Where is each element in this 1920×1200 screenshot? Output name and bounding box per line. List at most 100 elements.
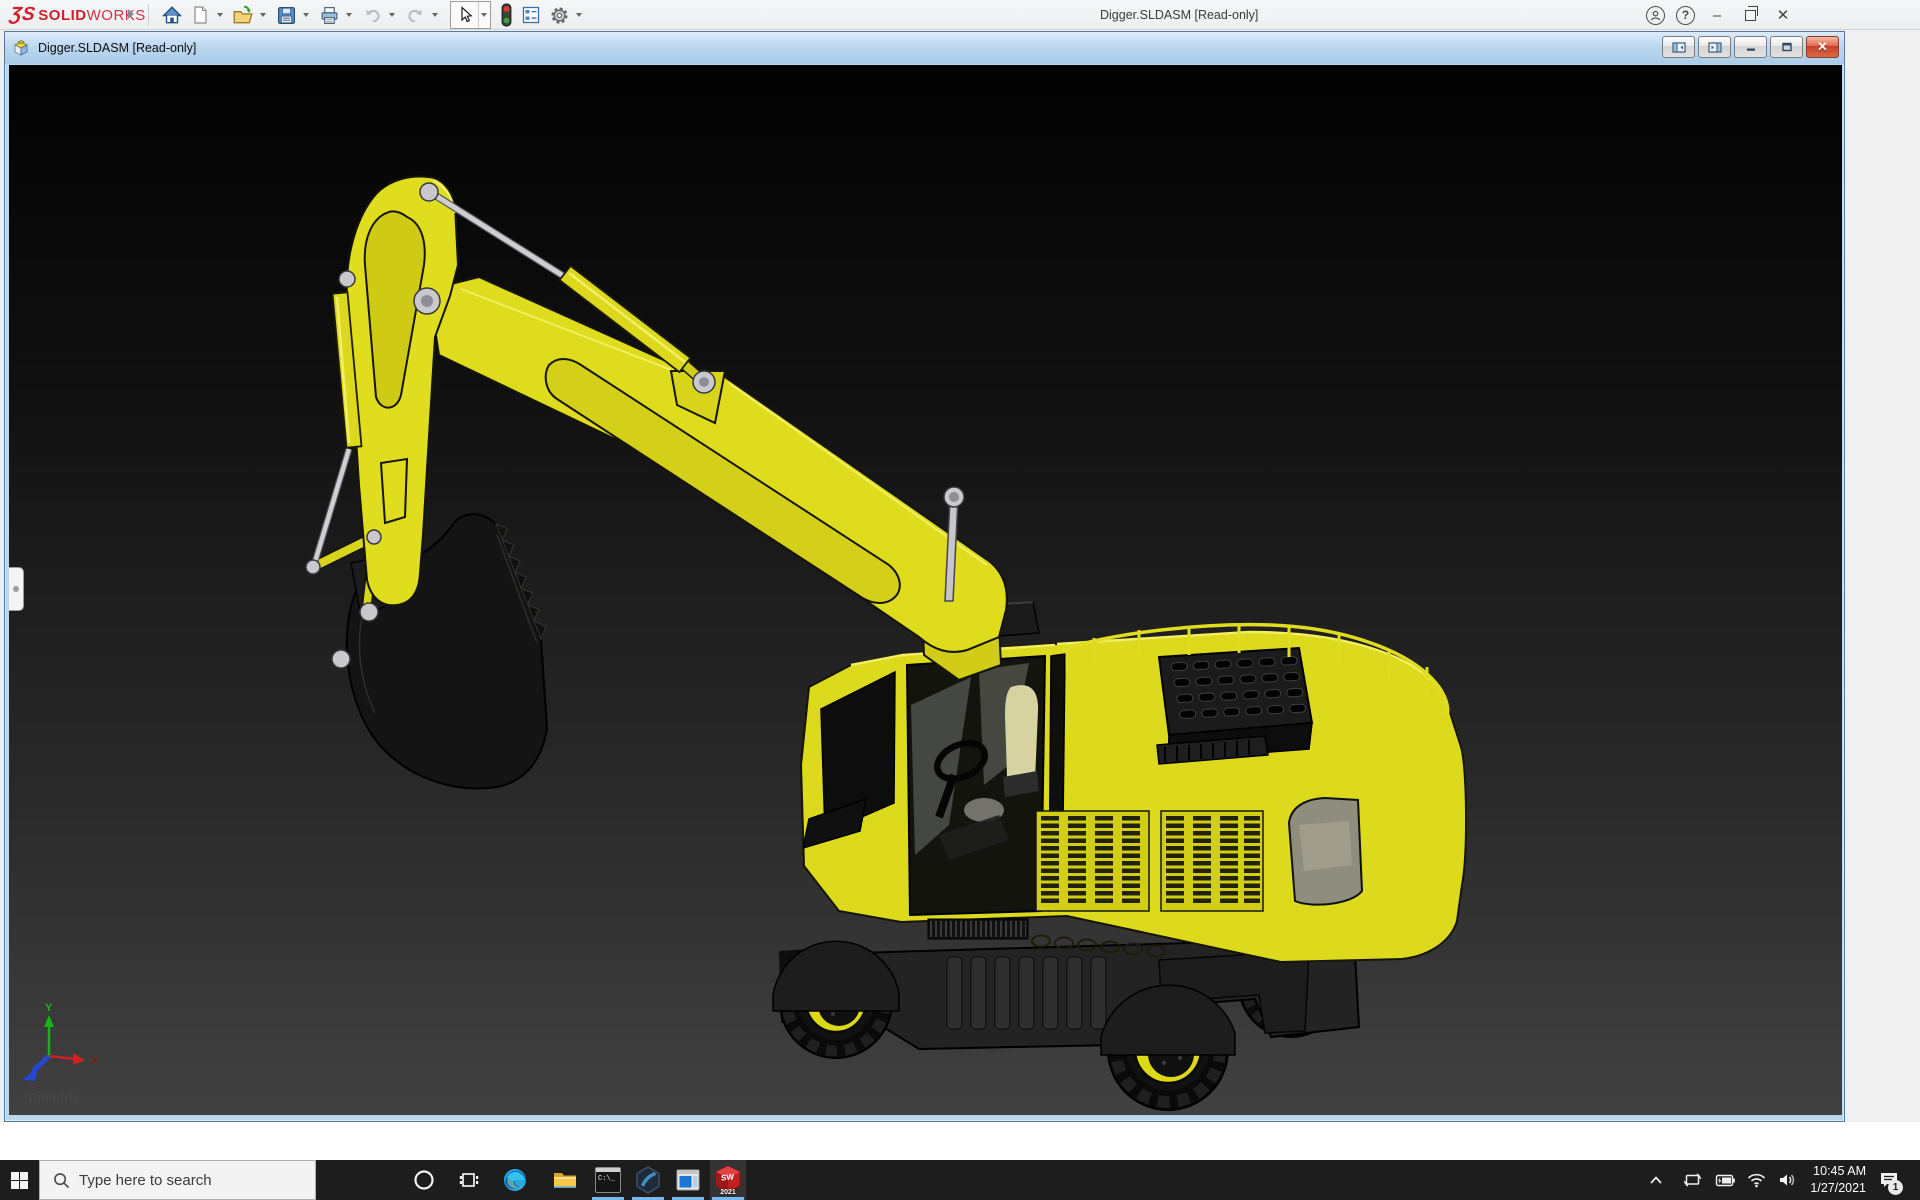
undo-button[interactable] xyxy=(359,2,385,28)
new-document-icon xyxy=(190,5,210,25)
search-input[interactable] xyxy=(79,1172,289,1189)
redo-dropdown[interactable] xyxy=(429,2,440,28)
terminal-button[interactable]: C:\_ xyxy=(590,1160,626,1200)
undo-icon xyxy=(362,5,383,26)
solidworks-logo-glyph: ƷS xyxy=(8,4,36,26)
battery-icon xyxy=(1713,1174,1735,1187)
operator-seat xyxy=(1005,685,1038,786)
start-button[interactable] xyxy=(0,1160,39,1200)
toolbar-flyout-arrow-icon[interactable] xyxy=(128,9,134,19)
wifi-icon xyxy=(1747,1173,1766,1188)
new-document-dropdown[interactable] xyxy=(214,2,225,28)
save-dropdown[interactable] xyxy=(300,2,311,28)
performance-button[interactable] xyxy=(496,2,516,28)
user-icon xyxy=(1649,9,1662,22)
document-title: Digger.SLDASM [Read-only] xyxy=(38,41,196,55)
help-button[interactable]: ? xyxy=(1676,6,1695,25)
tray-wifi-button[interactable] xyxy=(1742,1160,1770,1200)
select-tool-dropdown[interactable] xyxy=(478,2,489,28)
redo-button[interactable] xyxy=(402,2,428,28)
featuremanager-flyout-tab[interactable] xyxy=(9,567,24,611)
print-button[interactable] xyxy=(316,2,342,28)
home-icon xyxy=(161,4,183,26)
document-minimize-button[interactable] xyxy=(1734,36,1767,58)
pane-right-button[interactable] xyxy=(1698,36,1731,58)
cast-display-icon xyxy=(1683,1172,1702,1188)
taskbar-clock[interactable]: 10:45 AM 1/27/2021 xyxy=(1800,1163,1866,1197)
chevron-up-icon xyxy=(1649,1175,1663,1185)
titlebar-right-controls: ? – ✕ xyxy=(1646,0,1794,30)
orientation-triad: Y X xyxy=(23,1002,99,1081)
task-view-button[interactable] xyxy=(452,1160,488,1200)
pane-left-icon xyxy=(1672,42,1686,53)
hexagon-app-button[interactable] xyxy=(630,1160,666,1200)
hexagon-app-icon xyxy=(635,1166,661,1194)
assembly-document-icon xyxy=(12,39,30,57)
tray-battery-button[interactable] xyxy=(1708,1160,1740,1200)
solidworks-icon: SW 2021 xyxy=(714,1165,742,1195)
edge-icon xyxy=(502,1167,528,1193)
stick-and-bucket xyxy=(306,177,715,789)
blue-window-app-button[interactable] xyxy=(670,1160,706,1200)
save-button[interactable] xyxy=(273,2,299,28)
taskbar-search[interactable] xyxy=(39,1160,316,1200)
app-restore-button[interactable] xyxy=(1739,10,1761,21)
document-maximize-button[interactable] xyxy=(1770,36,1803,58)
document-close-button[interactable]: ✕ xyxy=(1806,36,1839,58)
select-cursor-icon xyxy=(455,5,475,25)
settings-dropdown[interactable] xyxy=(573,2,584,28)
print-icon xyxy=(319,5,340,26)
pane-left-button[interactable] xyxy=(1662,36,1695,58)
app-minimize-button[interactable]: – xyxy=(1706,7,1728,24)
side-vent-panels xyxy=(1036,811,1263,911)
tray-volume-button[interactable] xyxy=(1772,1160,1802,1200)
home-button[interactable] xyxy=(159,2,185,28)
select-tool-button[interactable] xyxy=(453,2,477,28)
app-close-button[interactable]: ✕ xyxy=(1772,6,1794,24)
restore-icon xyxy=(1745,10,1756,21)
search-icon xyxy=(53,1172,70,1189)
edge-button[interactable] xyxy=(497,1160,533,1200)
triad-x-label: X xyxy=(91,1055,99,1067)
taskbar: C:\_ SW 2021 xyxy=(0,1160,1920,1200)
task-view-icon xyxy=(459,1169,481,1191)
tray-chevron-button[interactable] xyxy=(1642,1160,1670,1200)
clock-time: 10:45 AM xyxy=(1800,1163,1866,1180)
quick-access-toolbar xyxy=(158,0,588,30)
properties-list-icon xyxy=(521,5,541,25)
solidworks-app-button[interactable]: SW 2021 xyxy=(710,1160,746,1200)
select-tool-group xyxy=(450,1,491,29)
print-dropdown[interactable] xyxy=(343,2,354,28)
document-titlebar[interactable]: Digger.SLDASM [Read-only] xyxy=(5,32,1844,64)
windows-logo-icon xyxy=(11,1172,28,1189)
undo-dropdown[interactable] xyxy=(386,2,397,28)
maximize-icon xyxy=(1781,42,1793,52)
cortana-icon xyxy=(413,1169,435,1191)
settings-button[interactable] xyxy=(546,2,572,28)
graphics-viewport[interactable]: Y X *Dimetric xyxy=(9,65,1842,1115)
triad-y-label: Y xyxy=(45,1002,53,1014)
help-icon: ? xyxy=(1682,8,1689,22)
cortana-button[interactable] xyxy=(406,1160,442,1200)
terminal-icon: C:\_ xyxy=(595,1167,621,1193)
close-icon: ✕ xyxy=(1817,39,1828,55)
clock-date: 1/27/2021 xyxy=(1800,1180,1866,1197)
account-button[interactable] xyxy=(1646,6,1665,25)
open-dropdown[interactable] xyxy=(257,2,268,28)
document-window-controls: ✕ xyxy=(1662,36,1839,58)
notification-center-button[interactable] xyxy=(1872,1160,1906,1200)
file-explorer-button[interactable] xyxy=(547,1160,583,1200)
toolbar-separator xyxy=(148,4,149,26)
options-list-button[interactable] xyxy=(518,2,544,28)
new-document-button[interactable] xyxy=(187,2,213,28)
traffic-light-icon xyxy=(498,3,515,27)
tray-cast-button[interactable] xyxy=(1678,1160,1706,1200)
open-icon xyxy=(232,4,254,26)
open-button[interactable] xyxy=(230,2,256,28)
app-window-title: Digger.SLDASM [Read-only] xyxy=(1100,8,1258,22)
save-icon xyxy=(276,5,297,26)
app-titlebar: ƷS SOLID WORKS xyxy=(0,0,1920,30)
excavator-model[interactable]: Y X xyxy=(9,65,1842,1115)
flyout-dot-icon xyxy=(13,586,19,592)
solidworks-logo: ƷS SOLID WORKS xyxy=(10,5,146,25)
